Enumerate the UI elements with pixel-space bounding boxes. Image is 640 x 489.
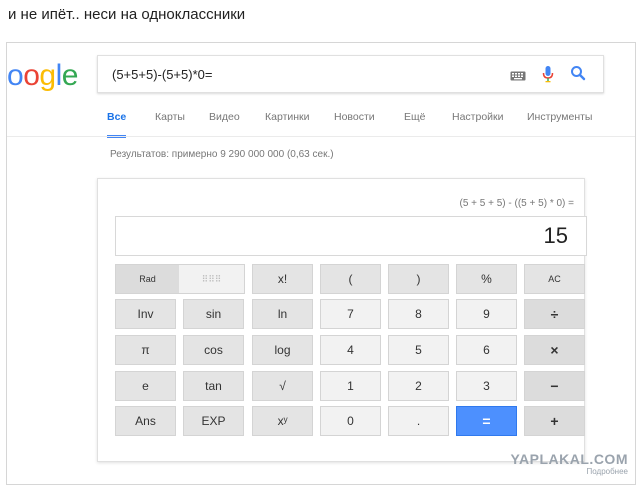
calculator-card: (5 + 5 + 5) - ((5 + 5) * 0) = 15 Rad ⠿⠿⠿… xyxy=(97,178,587,462)
tab-2[interactable]: Видео xyxy=(209,109,240,135)
watermark-more-link[interactable]: Подробнее xyxy=(511,467,629,476)
mic-icon[interactable] xyxy=(542,65,554,88)
calc-button-0-3[interactable]: % xyxy=(456,264,517,294)
search-tabs: Все Карты Видео Картинки Новости Ещё Настройки… xyxy=(97,109,635,138)
calc-button-4-0[interactable]: Ans xyxy=(115,406,176,436)
calc-button-1-5[interactable]: 9 xyxy=(456,299,517,329)
calc-button-3-4[interactable]: 2 xyxy=(388,371,449,401)
calc-button-1-1[interactable]: sin xyxy=(183,299,244,329)
tab-6[interactable]: Настройки xyxy=(452,109,504,135)
calc-button-3-0[interactable]: e xyxy=(115,371,176,401)
search-input[interactable] xyxy=(110,64,494,84)
calc-button-2-1[interactable]: cos xyxy=(183,335,244,365)
calc-button-3-3[interactable]: 1 xyxy=(320,371,381,401)
site-watermark[interactable]: YAPLAKAL.COM Подробнее xyxy=(511,451,629,476)
logo-letter: o xyxy=(23,59,40,92)
calc-button-4-5[interactable]: = xyxy=(456,406,517,436)
google-logo[interactable]: oogle xyxy=(7,59,78,93)
logo-letter: o xyxy=(7,59,24,92)
tab-7[interactable]: Инструменты xyxy=(527,109,592,135)
calculator-display: 15 xyxy=(115,216,587,256)
tab-4[interactable]: Новости xyxy=(334,109,375,135)
calc-button-2-0[interactable]: π xyxy=(115,335,176,365)
calc-button-1-2[interactable]: ln xyxy=(252,299,313,329)
rad-button[interactable]: Rad xyxy=(116,265,179,293)
deg-button[interactable]: ⠿⠿⠿ xyxy=(179,265,244,293)
post-caption: и не ипёт.. неси на одноклассники xyxy=(8,6,246,23)
tab-5[interactable]: Ещё xyxy=(404,109,425,135)
tabs-divider xyxy=(7,136,635,137)
calc-button-3-6[interactable]: − xyxy=(524,371,585,401)
calc-button-0-0[interactable]: x! xyxy=(252,264,313,294)
calc-button-2-4[interactable]: 5 xyxy=(388,335,449,365)
calc-button-1-0[interactable]: Inv xyxy=(115,299,176,329)
watermark-logo[interactable]: YAPLAKAL.COM xyxy=(511,451,629,467)
tab-1[interactable]: Карты xyxy=(155,109,185,135)
logo-letter: g xyxy=(39,59,56,92)
calc-button-4-1[interactable]: EXP xyxy=(183,406,244,436)
search-icon[interactable] xyxy=(570,65,586,86)
calc-button-2-3[interactable]: 4 xyxy=(320,335,381,365)
calc-button-4-6[interactable]: + xyxy=(524,406,585,436)
calc-button-0-1[interactable]: ( xyxy=(320,264,381,294)
tab-0[interactable]: Все xyxy=(107,109,127,138)
calc-button-4-3[interactable]: 0 xyxy=(320,406,381,436)
calc-button-2-5[interactable]: 6 xyxy=(456,335,517,365)
calculator-expression: (5 + 5 + 5) - ((5 + 5) * 0) = xyxy=(459,198,575,209)
tab-3[interactable]: Картинки xyxy=(265,109,310,135)
google-results-frame: oogle (5+5+5)-(5+5)*0= Все Карты Видео К… xyxy=(6,42,636,485)
search-box[interactable] xyxy=(97,55,604,93)
calc-button-1-4[interactable]: 8 xyxy=(388,299,449,329)
keyboard-icon[interactable] xyxy=(510,68,526,86)
calc-button-3-5[interactable]: 3 xyxy=(456,371,517,401)
calc-button-2-6[interactable]: × xyxy=(524,335,585,365)
calc-button-0-2[interactable]: ) xyxy=(388,264,449,294)
calc-button-4-4[interactable]: . xyxy=(388,406,449,436)
calc-button-2-2[interactable]: log xyxy=(252,335,313,365)
calculator-result: 15 xyxy=(543,223,568,248)
logo-letter: e xyxy=(61,59,79,92)
calc-button-3-2[interactable]: √ xyxy=(252,371,313,401)
results-stats: Результатов: примерно 9 290 000 000 (0,6… xyxy=(110,149,334,160)
calc-button-0-4[interactable]: AC xyxy=(524,264,585,294)
calc-button-4-2[interactable]: xʸ xyxy=(252,406,313,436)
calc-button-3-1[interactable]: tan xyxy=(183,371,244,401)
calc-button-1-6[interactable]: ÷ xyxy=(524,299,585,329)
rad-deg-toggle[interactable]: Rad ⠿⠿⠿ xyxy=(115,264,245,294)
calc-button-1-3[interactable]: 7 xyxy=(320,299,381,329)
